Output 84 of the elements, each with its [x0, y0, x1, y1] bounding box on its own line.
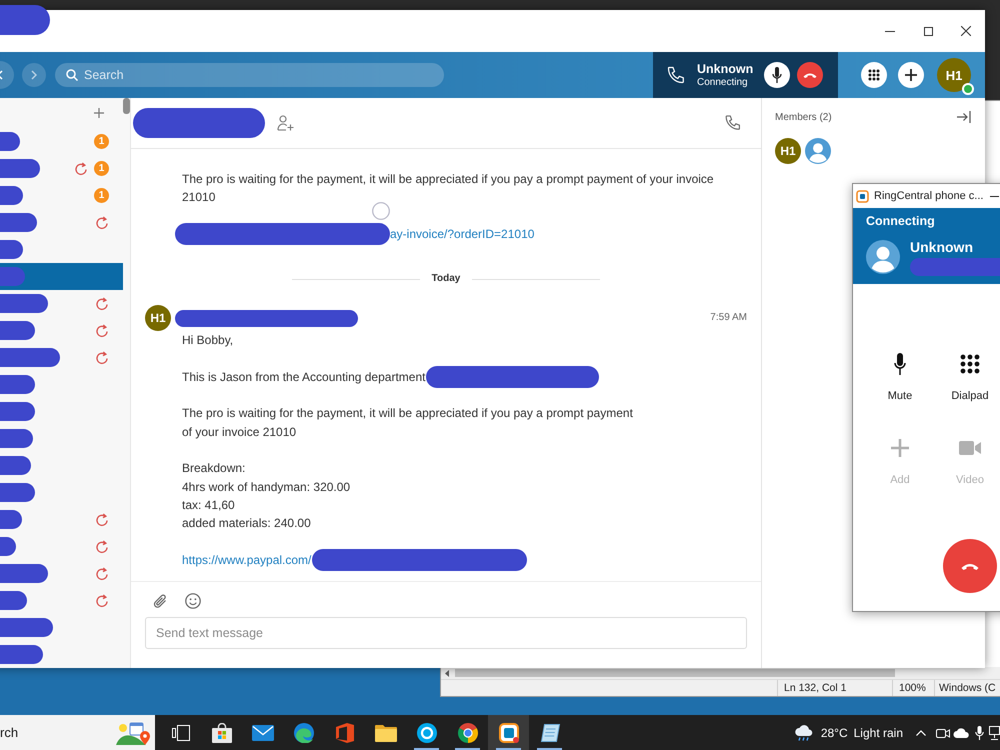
plus-icon: [891, 439, 909, 457]
caller-name: Unknown: [697, 62, 754, 76]
message-link[interactable]: ay-invoice/?orderID=21010: [390, 224, 534, 244]
message-link[interactable]: https://www.paypal.com/: [182, 550, 312, 570]
phone-icon[interactable]: [725, 115, 741, 131]
conversation-item[interactable]: 1: [0, 182, 123, 209]
video-camera-icon: [959, 441, 981, 455]
mute-button[interactable]: [764, 62, 790, 88]
taskbar-search-field[interactable]: rch: [0, 715, 155, 750]
dialpad-icon: [868, 69, 880, 81]
folder-icon: [374, 724, 396, 742]
avatar-silhouette-icon[interactable]: [805, 138, 831, 164]
dialpad-icon: [960, 354, 980, 374]
dialpad-button[interactable]: Dialpad: [935, 352, 1000, 403]
status-text: 100%: [899, 682, 926, 694]
message-text: The pro is waiting for the payment, it will be appreciated if you pay a prompt payment of your invoice 21010: [182, 171, 714, 206]
status-text: Windows (C: [939, 682, 996, 694]
members-title: Members (2): [775, 112, 832, 122]
message-time: 7:59 AM: [710, 311, 747, 326]
plus-icon: [905, 69, 917, 81]
horizontal-scrollbar[interactable]: [441, 667, 1000, 679]
conversation-item[interactable]: 1: [0, 155, 123, 182]
collapse-panel-icon[interactable]: [957, 111, 971, 123]
landscape-calendar-icon[interactable]: [116, 721, 150, 745]
document-tile-icon: [336, 722, 354, 742]
search-icon: [66, 69, 78, 81]
close-icon: [961, 26, 971, 36]
microphone-icon: [894, 353, 906, 375]
avatar-silhouette-icon: [866, 240, 900, 274]
scrollbar-thumb[interactable]: [123, 98, 130, 114]
chevron-up-icon[interactable]: [916, 730, 926, 736]
app-logo-icon: [856, 190, 869, 202]
message-text: Breakdown: 4hrs work of handyman: 320.00 tax: 41,60 added materials: 240.00: [182, 460, 350, 532]
hang-up-icon: [803, 72, 817, 78]
maximize-icon: [924, 26, 932, 36]
scroll-left-icon[interactable]: [445, 670, 449, 676]
phone-icon: [667, 66, 685, 84]
weather-condition-text[interactable]: Light rain: [854, 726, 903, 740]
caller-name: Unknown: [910, 239, 973, 255]
microphone-icon: [772, 67, 782, 83]
task-view-icon: [172, 724, 190, 740]
chevron-right-icon: [31, 70, 37, 80]
scrollbar-thumb[interactable]: [455, 669, 895, 677]
plus-icon[interactable]: [94, 108, 104, 118]
ring-icon: [372, 202, 390, 220]
microphone-icon[interactable]: [975, 726, 984, 740]
circle-segments-icon: [458, 722, 478, 742]
weather-icon[interactable]: [794, 724, 814, 740]
sender-avatar: H1: [145, 305, 171, 332]
add-button[interactable]: [898, 62, 924, 88]
hang-up-button[interactable]: [797, 62, 823, 88]
monitor-icon[interactable]: [989, 726, 1000, 740]
swirl-icon: [294, 722, 314, 742]
date-divider-label: Today: [430, 272, 462, 286]
taskbar-app-button[interactable]: [488, 715, 529, 750]
paperclip-icon[interactable]: [153, 593, 167, 609]
unread-badge: 1: [94, 134, 109, 149]
emoji-icon[interactable]: [185, 593, 201, 609]
square-logo-icon: [498, 722, 518, 742]
video-camera-icon[interactable]: [936, 726, 950, 738]
message-text: The pro is waiting for the payment, it will be appreciated if you pay a prompt payment of your invoice 21010: [182, 405, 633, 441]
dialpad-button[interactable]: [861, 62, 887, 88]
message-text: Hi Bobby,: [182, 332, 234, 350]
member-avatar[interactable]: H1: [775, 138, 801, 164]
temperature-text[interactable]: 28°C: [820, 726, 848, 740]
unread-badge: 1: [94, 161, 109, 176]
shopping-bag-icon: [212, 722, 232, 742]
popup-title: RingCentral phone c...: [874, 190, 984, 202]
cloud-icon[interactable]: [953, 728, 969, 738]
add-person-icon[interactable]: [277, 115, 294, 131]
notepad-icon: [540, 722, 560, 742]
message-text: This is Jason from the Accounting department: [182, 368, 426, 386]
user-avatar[interactable]: H1: [937, 58, 971, 92]
hang-up-icon: [961, 562, 979, 570]
status-text: Ln 132, Col 1: [784, 682, 846, 694]
call-status: Connecting: [697, 76, 748, 88]
envelope-icon: [252, 724, 274, 740]
unread-badge: 1: [94, 188, 109, 203]
mute-button[interactable]: Mute: [865, 352, 935, 403]
call-status: Connecting: [866, 214, 936, 229]
disc-icon: [416, 722, 436, 742]
message-input[interactable]: Send text message: [145, 617, 747, 649]
conversation-item[interactable]: 1: [0, 128, 123, 155]
minimize-icon: [885, 30, 895, 32]
